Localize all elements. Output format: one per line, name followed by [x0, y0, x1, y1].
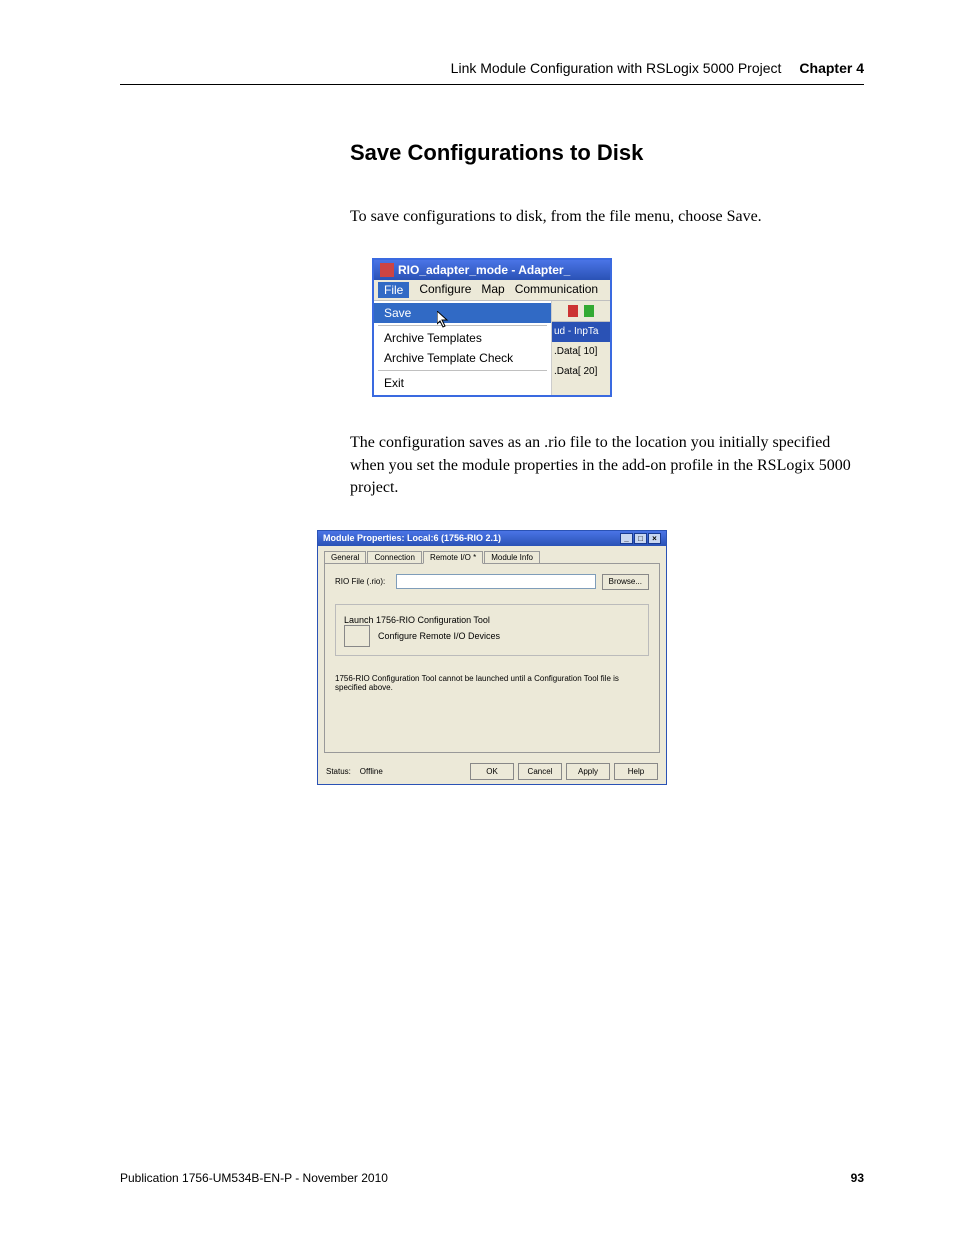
- menu-item-archive-templates[interactable]: Archive Templates: [374, 328, 551, 348]
- browse-button[interactable]: Browse...: [602, 574, 649, 590]
- menu-item-archive-template-check[interactable]: Archive Template Check: [374, 348, 551, 368]
- toolbar-icons: [552, 301, 610, 322]
- tab-remote-io[interactable]: Remote I/O *: [423, 551, 483, 564]
- window-title: RIO_adapter_mode - Adapter_: [398, 263, 570, 277]
- group-legend: Launch 1756-RIO Configuration Tool: [344, 615, 490, 625]
- menu-file[interactable]: File: [378, 282, 409, 298]
- page-number: 93: [851, 1171, 864, 1185]
- ok-button[interactable]: OK: [470, 763, 514, 780]
- menu-item-save[interactable]: Save: [374, 303, 551, 323]
- configure-devices-label: Configure Remote I/O Devices: [378, 631, 500, 641]
- menubar: File Configure Map Communication: [374, 280, 610, 301]
- paragraph-2: The configuration saves as an .rio file …: [350, 432, 854, 499]
- menu-item-save-label: Save: [384, 306, 411, 320]
- status-value: Offline: [360, 767, 383, 776]
- rio-file-label: RIO File (.rio):: [335, 577, 390, 586]
- menu-item-exit[interactable]: Exit: [374, 373, 551, 393]
- menu-communication[interactable]: Communication: [515, 282, 598, 298]
- paragraph-1: To save configurations to disk, from the…: [350, 206, 854, 228]
- dialog-title: Module Properties: Local:6 (1756-RIO 2.1…: [323, 533, 501, 543]
- menu-map[interactable]: Map: [481, 282, 504, 298]
- tab-panel: RIO File (.rio): Browse... Launch 1756-R…: [324, 563, 660, 753]
- side-text-1: .Data[ 10]: [552, 342, 610, 362]
- page-header: Link Module Configuration with RSLogix 5…: [120, 60, 864, 85]
- publication-id: Publication 1756-UM534B-EN-P - November …: [120, 1171, 388, 1185]
- window-titlebar: RIO_adapter_mode - Adapter_: [374, 260, 610, 280]
- file-menu-screenshot: RIO_adapter_mode - Adapter_ File Configu…: [372, 258, 612, 397]
- module-properties-dialog: Module Properties: Local:6 (1756-RIO 2.1…: [317, 530, 667, 785]
- cancel-button[interactable]: Cancel: [518, 763, 562, 780]
- rio-file-input[interactable]: [396, 574, 596, 589]
- close-icon[interactable]: ×: [648, 533, 661, 544]
- side-panel: ud - InpTa .Data[ 10] .Data[ 20]: [552, 301, 610, 395]
- header-chapter: Chapter 4: [799, 60, 864, 76]
- header-title: Link Module Configuration with RSLogix 5…: [451, 60, 782, 76]
- menu-configure[interactable]: Configure: [419, 282, 471, 298]
- help-button[interactable]: Help: [614, 763, 658, 780]
- apply-button[interactable]: Apply: [566, 763, 610, 780]
- tab-row: General Connection Remote I/O * Module I…: [318, 546, 666, 563]
- config-tool-note: 1756-RIO Configuration Tool cannot be la…: [335, 674, 649, 692]
- configure-devices-icon[interactable]: [344, 625, 370, 647]
- app-icon: [380, 263, 394, 277]
- launch-tool-group: Launch 1756-RIO Configuration Tool Confi…: [335, 604, 649, 656]
- minimize-icon[interactable]: _: [620, 533, 633, 544]
- file-menu-dropdown: Save Archive Templates Archive Template …: [374, 301, 552, 395]
- side-text-2: .Data[ 20]: [552, 362, 610, 382]
- maximize-icon[interactable]: □: [634, 533, 647, 544]
- tool-icon: [568, 305, 578, 317]
- status-bar: Status: Offline: [326, 767, 383, 776]
- tool-icon: [584, 305, 594, 317]
- side-text-0: ud - InpTa: [552, 322, 610, 342]
- status-label: Status:: [326, 767, 351, 776]
- dialog-titlebar: Module Properties: Local:6 (1756-RIO 2.1…: [318, 531, 666, 546]
- page-footer: Publication 1756-UM534B-EN-P - November …: [120, 1171, 864, 1185]
- section-title: Save Configurations to Disk: [350, 140, 864, 166]
